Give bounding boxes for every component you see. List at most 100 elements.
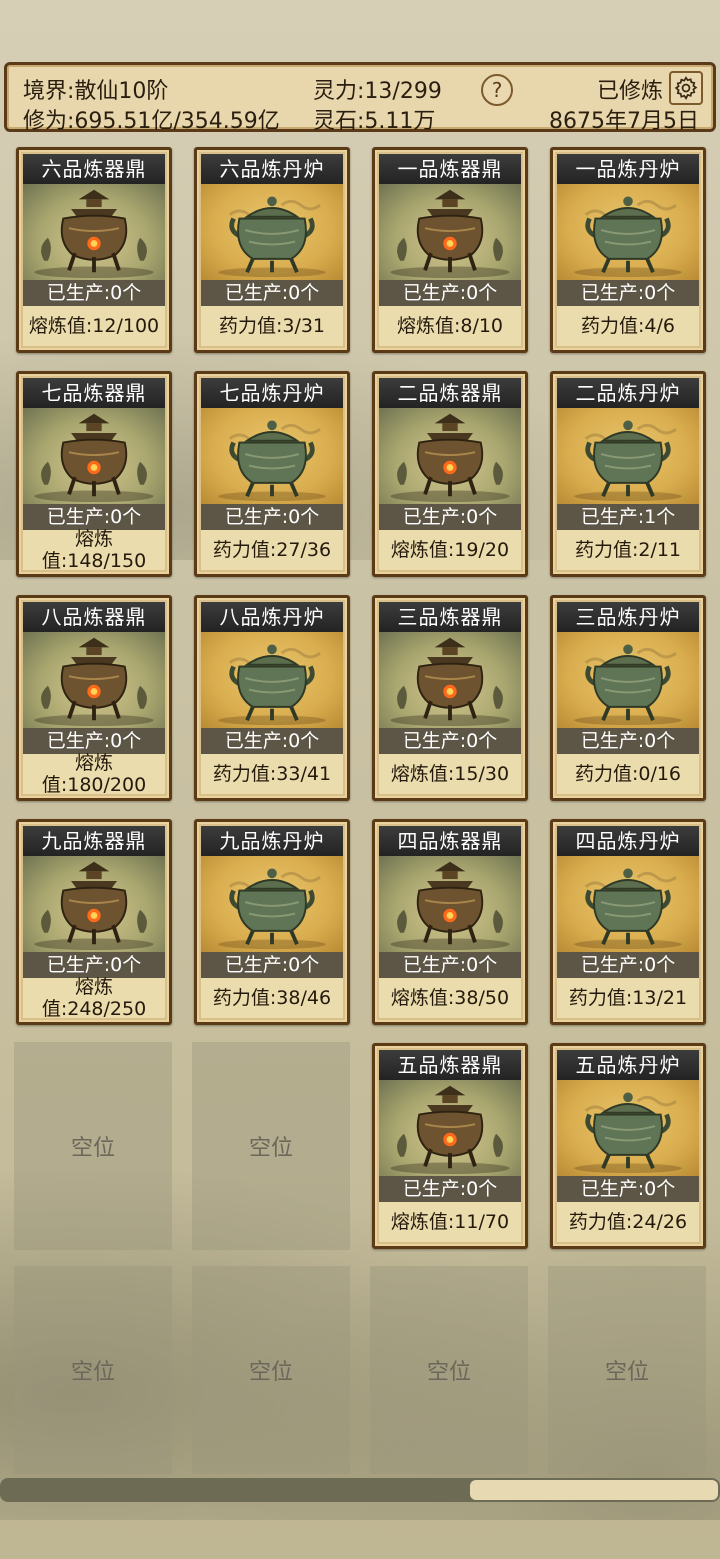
empty-slot[interactable]: 空位 bbox=[548, 1266, 706, 1474]
potency-value: 药力值:33/41 bbox=[201, 754, 343, 794]
card-title: 八品炼丹炉 bbox=[201, 602, 343, 632]
empty-slot[interactable]: 空位 bbox=[14, 1042, 172, 1250]
alchemy-furnace-icon bbox=[218, 644, 326, 726]
smelting-value: 熔炼值:248/250 bbox=[23, 976, 165, 1020]
cauldron-ding-icon bbox=[34, 413, 154, 503]
card-art bbox=[379, 184, 521, 280]
help-button[interactable]: ? bbox=[481, 74, 513, 106]
alchemy-furnace-card[interactable]: 五品炼丹炉 已生产:0个 药力值:24/26 bbox=[550, 1043, 706, 1249]
smelting-value: 熔炼值:8/10 bbox=[379, 306, 521, 346]
potency-value: 药力值:2/11 bbox=[557, 530, 699, 570]
alchemy-furnace-icon bbox=[574, 420, 682, 502]
card-art bbox=[23, 408, 165, 504]
scrollbar-thumb[interactable] bbox=[470, 1480, 718, 1500]
alchemy-furnace-card[interactable]: 六品炼丹炉 已生产:0个 药力值:3/31 bbox=[194, 147, 350, 353]
produced-count: 已生产:0个 bbox=[379, 280, 521, 306]
produced-count: 已生产:0个 bbox=[379, 728, 521, 754]
card-title: 三品炼器鼎 bbox=[379, 602, 521, 632]
card-art bbox=[201, 408, 343, 504]
alchemy-furnace-card[interactable]: 七品炼丹炉 已生产:0个 药力值:27/36 bbox=[194, 371, 350, 577]
artifact-cauldron-card[interactable]: 四品炼器鼎 已生产:0个 熔炼值:38/50 bbox=[372, 819, 528, 1025]
smelting-value: 熔炼值:180/200 bbox=[23, 752, 165, 796]
alchemy-furnace-card[interactable]: 一品炼丹炉 已生产:0个 药力值:4/6 bbox=[550, 147, 706, 353]
alchemy-furnace-card[interactable]: 八品炼丹炉 已生产:0个 药力值:33/41 bbox=[194, 595, 350, 801]
alchemy-furnace-card[interactable]: 四品炼丹炉 已生产:0个 药力值:13/21 bbox=[550, 819, 706, 1025]
empty-slot[interactable]: 空位 bbox=[370, 1266, 528, 1474]
settings-button[interactable] bbox=[669, 71, 703, 105]
alchemy-furnace-icon bbox=[574, 644, 682, 726]
produced-count: 已生产:0个 bbox=[201, 280, 343, 306]
potency-value: 药力值:24/26 bbox=[557, 1202, 699, 1242]
empty-slot-label: 空位 bbox=[70, 1136, 115, 1161]
cauldron-ding-icon bbox=[34, 637, 154, 727]
empty-slot[interactable]: 空位 bbox=[192, 1266, 350, 1474]
card-title: 五品炼器鼎 bbox=[379, 1050, 521, 1080]
card-art bbox=[557, 856, 699, 952]
artifact-cauldron-card[interactable]: 五品炼器鼎 已生产:0个 熔炼值:11/70 bbox=[372, 1043, 528, 1249]
produced-count: 已生产:0个 bbox=[557, 280, 699, 306]
artifact-cauldron-card[interactable]: 一品炼器鼎 已生产:0个 熔炼值:8/10 bbox=[372, 147, 528, 353]
card-art bbox=[557, 632, 699, 728]
smelting-value: 熔炼值:12/100 bbox=[23, 306, 165, 346]
alchemy-furnace-icon bbox=[218, 196, 326, 278]
empty-slot-label: 空位 bbox=[248, 1360, 293, 1385]
card-art bbox=[379, 1080, 521, 1176]
card-art bbox=[379, 632, 521, 728]
artifact-cauldron-card[interactable]: 七品炼器鼎 已生产:0个 熔炼值:148/150 bbox=[16, 371, 172, 577]
artifact-cauldron-card[interactable]: 二品炼器鼎 已生产:0个 熔炼值:19/20 bbox=[372, 371, 528, 577]
card-title: 六品炼丹炉 bbox=[201, 154, 343, 184]
card-title: 一品炼器鼎 bbox=[379, 154, 521, 184]
card-title: 七品炼丹炉 bbox=[201, 378, 343, 408]
potency-value: 药力值:38/46 bbox=[201, 978, 343, 1018]
cauldron-ding-icon bbox=[390, 861, 510, 951]
artifact-cauldron-card[interactable]: 九品炼器鼎 已生产:0个 熔炼值:248/250 bbox=[16, 819, 172, 1025]
card-art bbox=[201, 856, 343, 952]
alchemy-furnace-icon bbox=[218, 420, 326, 502]
empty-slot-label: 空位 bbox=[426, 1360, 471, 1385]
produced-count: 已生产:0个 bbox=[379, 952, 521, 978]
card-art bbox=[557, 1080, 699, 1176]
question-icon: ? bbox=[491, 78, 503, 102]
alchemy-furnace-card[interactable]: 九品炼丹炉 已生产:0个 药力值:38/46 bbox=[194, 819, 350, 1025]
cauldron-ding-icon bbox=[34, 189, 154, 279]
cauldron-ding-icon bbox=[34, 861, 154, 951]
horizontal-scrollbar[interactable] bbox=[0, 1478, 720, 1502]
smelting-value: 熔炼值:15/30 bbox=[379, 754, 521, 794]
empty-slot[interactable]: 空位 bbox=[14, 1266, 172, 1474]
card-title: 六品炼器鼎 bbox=[23, 154, 165, 184]
potency-value: 药力值:3/31 bbox=[201, 306, 343, 346]
produced-count: 已生产:0个 bbox=[557, 728, 699, 754]
produced-count: 已生产:0个 bbox=[379, 1176, 521, 1202]
cauldron-ding-icon bbox=[390, 637, 510, 727]
artifact-cauldron-card[interactable]: 三品炼器鼎 已生产:0个 熔炼值:15/30 bbox=[372, 595, 528, 801]
card-art bbox=[379, 408, 521, 504]
cauldron-ding-icon bbox=[390, 413, 510, 503]
card-art bbox=[201, 184, 343, 280]
produced-count: 已生产:0个 bbox=[201, 728, 343, 754]
realm-label: 境界:散仙10阶 bbox=[23, 79, 169, 104]
card-art bbox=[379, 856, 521, 952]
produced-count: 已生产:0个 bbox=[23, 728, 165, 754]
artifact-cauldron-card[interactable]: 八品炼器鼎 已生产:0个 熔炼值:180/200 bbox=[16, 595, 172, 801]
produced-count: 已生产:0个 bbox=[557, 1176, 699, 1202]
card-art bbox=[23, 632, 165, 728]
empty-slot[interactable]: 空位 bbox=[192, 1042, 350, 1250]
potency-value: 药力值:13/21 bbox=[557, 978, 699, 1018]
smelting-value: 熔炼值:11/70 bbox=[379, 1202, 521, 1242]
smelting-value: 熔炼值:148/150 bbox=[23, 528, 165, 572]
alchemy-furnace-card[interactable]: 三品炼丹炉 已生产:0个 药力值:0/16 bbox=[550, 595, 706, 801]
produced-count: 已生产:0个 bbox=[557, 952, 699, 978]
produced-count: 已生产:1个 bbox=[557, 504, 699, 530]
card-title: 二品炼器鼎 bbox=[379, 378, 521, 408]
artifact-cauldron-card[interactable]: 六品炼器鼎 已生产:0个 熔炼值:12/100 bbox=[16, 147, 172, 353]
cultivated-label: 已修炼 bbox=[597, 79, 664, 104]
alchemy-furnace-card[interactable]: 二品炼丹炉 已生产:1个 药力值:2/11 bbox=[550, 371, 706, 577]
game-date-label: 8675年7月5日 bbox=[549, 109, 699, 134]
card-title: 九品炼器鼎 bbox=[23, 826, 165, 856]
empty-slot-label: 空位 bbox=[248, 1136, 293, 1161]
produced-count: 已生产:0个 bbox=[201, 504, 343, 530]
alchemy-furnace-icon bbox=[574, 868, 682, 950]
card-title: 四品炼丹炉 bbox=[557, 826, 699, 856]
card-art bbox=[557, 408, 699, 504]
card-title: 五品炼丹炉 bbox=[557, 1050, 699, 1080]
